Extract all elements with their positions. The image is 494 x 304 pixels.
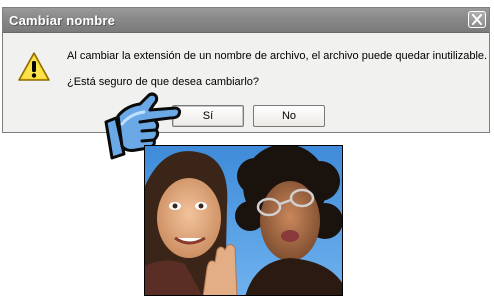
dialog-title: Cambiar nombre: [9, 13, 116, 28]
photo-two-people: [144, 145, 343, 296]
warning-icon: [18, 52, 50, 81]
rename-dialog: Cambiar nombre Al cambiar la extensión d…: [2, 7, 490, 133]
no-button[interactable]: No: [253, 105, 325, 127]
yes-button[interactable]: Sí: [172, 105, 244, 127]
warning-message: Al cambiar la extensión de un nombre de …: [67, 50, 488, 62]
close-icon: [472, 14, 482, 25]
dialog-body: Al cambiar la extensión de un nombre de …: [3, 33, 489, 132]
close-button[interactable]: [468, 11, 486, 28]
screen: Cambiar nombre Al cambiar la extensión d…: [0, 0, 494, 304]
title-bar[interactable]: Cambiar nombre: [3, 8, 489, 33]
